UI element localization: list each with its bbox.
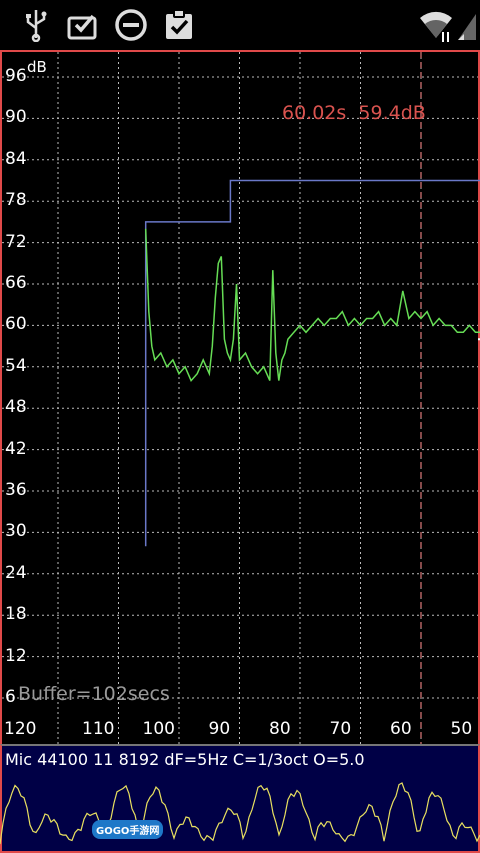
spectrum-line [0,782,480,845]
y-tick-label: 36 [5,480,27,500]
y-tick-label: 24 [5,562,27,583]
status-bar [0,0,480,50]
x-tick-label: 80 [269,719,291,739]
y-tick-label: 30 [5,521,27,542]
y-tick-label: 48 [5,397,27,418]
y-tick-label: 78 [5,190,27,211]
x-tick-label: 100 [142,719,175,739]
buffer-label: Buffer=102secs [18,683,170,705]
x-tick-label: 90 [208,719,231,739]
y-tick-label: 60 [5,314,27,335]
watermark-logo: GOGO手游网 [92,820,164,839]
y-tick-label: 72 [5,231,27,252]
clipboard-check-icon [166,9,192,39]
x-tick-label: 110 [82,719,115,739]
x-tick-label: 60 [390,719,412,739]
y-tick-label: 84 [5,148,27,169]
y-tick-label: 54 [5,355,27,376]
do-not-disturb-icon [115,9,147,41]
screenshot-download-icon [67,14,97,40]
y-tick-label: 90 [5,107,27,128]
y-tick-label: 12 [5,645,27,666]
readout-time: 60.02s [282,102,347,124]
readout-level: 59.4dB [358,102,426,124]
signal-icon [458,14,476,40]
y-axis-unit: dB [27,58,47,76]
usb-icon [26,10,47,42]
y-tick-label: 6 [5,687,16,707]
y-tick-label: 96 [5,66,27,86]
level-history-plot[interactable] [0,50,480,744]
level-trace-line [144,228,480,382]
cursor-readout: 60.02s 59.4dB [282,102,426,124]
y-tick-label: 18 [5,604,27,625]
audio-settings-text: Mic 44100 11 8192 dF=5Hz C=1/3oct O=5.0 [5,750,365,769]
x-tick-label: 120 [4,719,37,739]
y-tick-label: 66 [5,273,27,293]
x-tick-label: 50 [450,719,473,739]
x-tick-label: 70 [329,719,352,739]
wifi-icon [420,11,452,42]
y-tick-label: 42 [5,438,27,459]
